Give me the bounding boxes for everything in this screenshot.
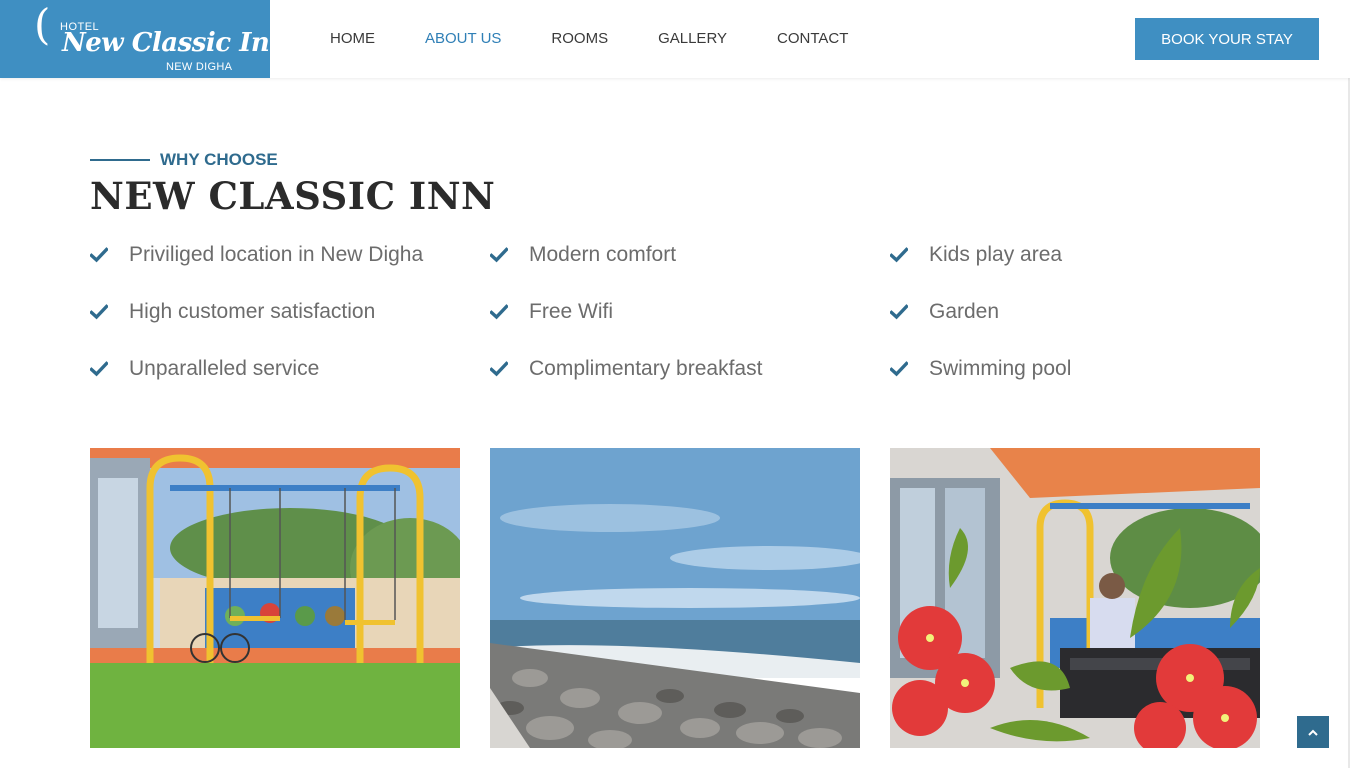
gallery-photo-beach[interactable] (490, 448, 860, 748)
feature-item: Garden (890, 297, 999, 327)
feature-item: Priviliged location in New Digha (90, 240, 423, 270)
feature-item: Unparalleled service (90, 354, 319, 384)
page: ( HOTEL New Classic Inn NEW DIGHA HOME A… (0, 0, 1350, 768)
section-title: NEW CLASSIC INN (90, 174, 496, 218)
logo-location: NEW DIGHA (166, 61, 233, 73)
feature-label: High customer satisfaction (129, 300, 376, 323)
feature-item: Complimentary breakfast (490, 354, 762, 384)
feature-label: Kids play area (929, 243, 1063, 266)
section-eyebrow: WHY CHOOSE (90, 150, 278, 170)
logo-name: New Classic Inn (62, 28, 270, 58)
feature-label: Unparalleled service (129, 357, 320, 380)
hotel-logo[interactable]: ( HOTEL New Classic Inn NEW DIGHA (0, 0, 270, 78)
site-header: ( HOTEL New Classic Inn NEW DIGHA HOME A… (0, 0, 1350, 78)
scroll-to-top-button[interactable] (1297, 716, 1329, 748)
nav-item-about-us[interactable]: ABOUT US (425, 30, 501, 48)
logo-swirl-icon: ( (34, 0, 51, 49)
nav-item-contact[interactable]: CONTACT (777, 30, 848, 48)
book-your-stay-button[interactable]: BOOK YOUR STAY (1135, 18, 1319, 60)
check-icon (90, 247, 108, 263)
check-icon (490, 361, 508, 377)
feature-item: High customer satisfaction (90, 297, 375, 327)
check-icon (490, 304, 508, 320)
main-nav: HOME ABOUT US ROOMS GALLERY CONTACT (330, 30, 898, 48)
check-icon (90, 361, 108, 377)
feature-label: Garden (929, 300, 1000, 323)
gallery-photo-play-area[interactable] (90, 448, 460, 748)
feature-label: Free Wifi (529, 300, 613, 323)
feature-label: Priviliged location in New Digha (129, 243, 424, 266)
feature-item: Free Wifi (490, 297, 613, 327)
check-icon (890, 304, 908, 320)
feature-label: Swimming pool (929, 357, 1072, 380)
gallery-photo-swing-flowers[interactable] (890, 448, 1260, 748)
feature-item: Swimming pool (890, 354, 1071, 384)
feature-label: Modern comfort (529, 243, 677, 266)
beach-image (490, 448, 860, 748)
swing-flowers-image (890, 448, 1260, 748)
check-icon (890, 361, 908, 377)
play-area-image (90, 448, 460, 748)
feature-item: Modern comfort (490, 240, 676, 270)
chevron-up-icon (1308, 729, 1318, 736)
nav-item-rooms[interactable]: ROOMS (551, 30, 608, 48)
check-icon (490, 247, 508, 263)
nav-item-home[interactable]: HOME (330, 30, 375, 48)
feature-label: Complimentary breakfast (529, 357, 763, 380)
check-icon (90, 304, 108, 320)
eyebrow-line (90, 159, 150, 161)
nav-item-gallery[interactable]: GALLERY (658, 30, 727, 48)
eyebrow-text: WHY CHOOSE (160, 150, 278, 169)
check-icon (890, 247, 908, 263)
feature-item: Kids play area (890, 240, 1062, 270)
